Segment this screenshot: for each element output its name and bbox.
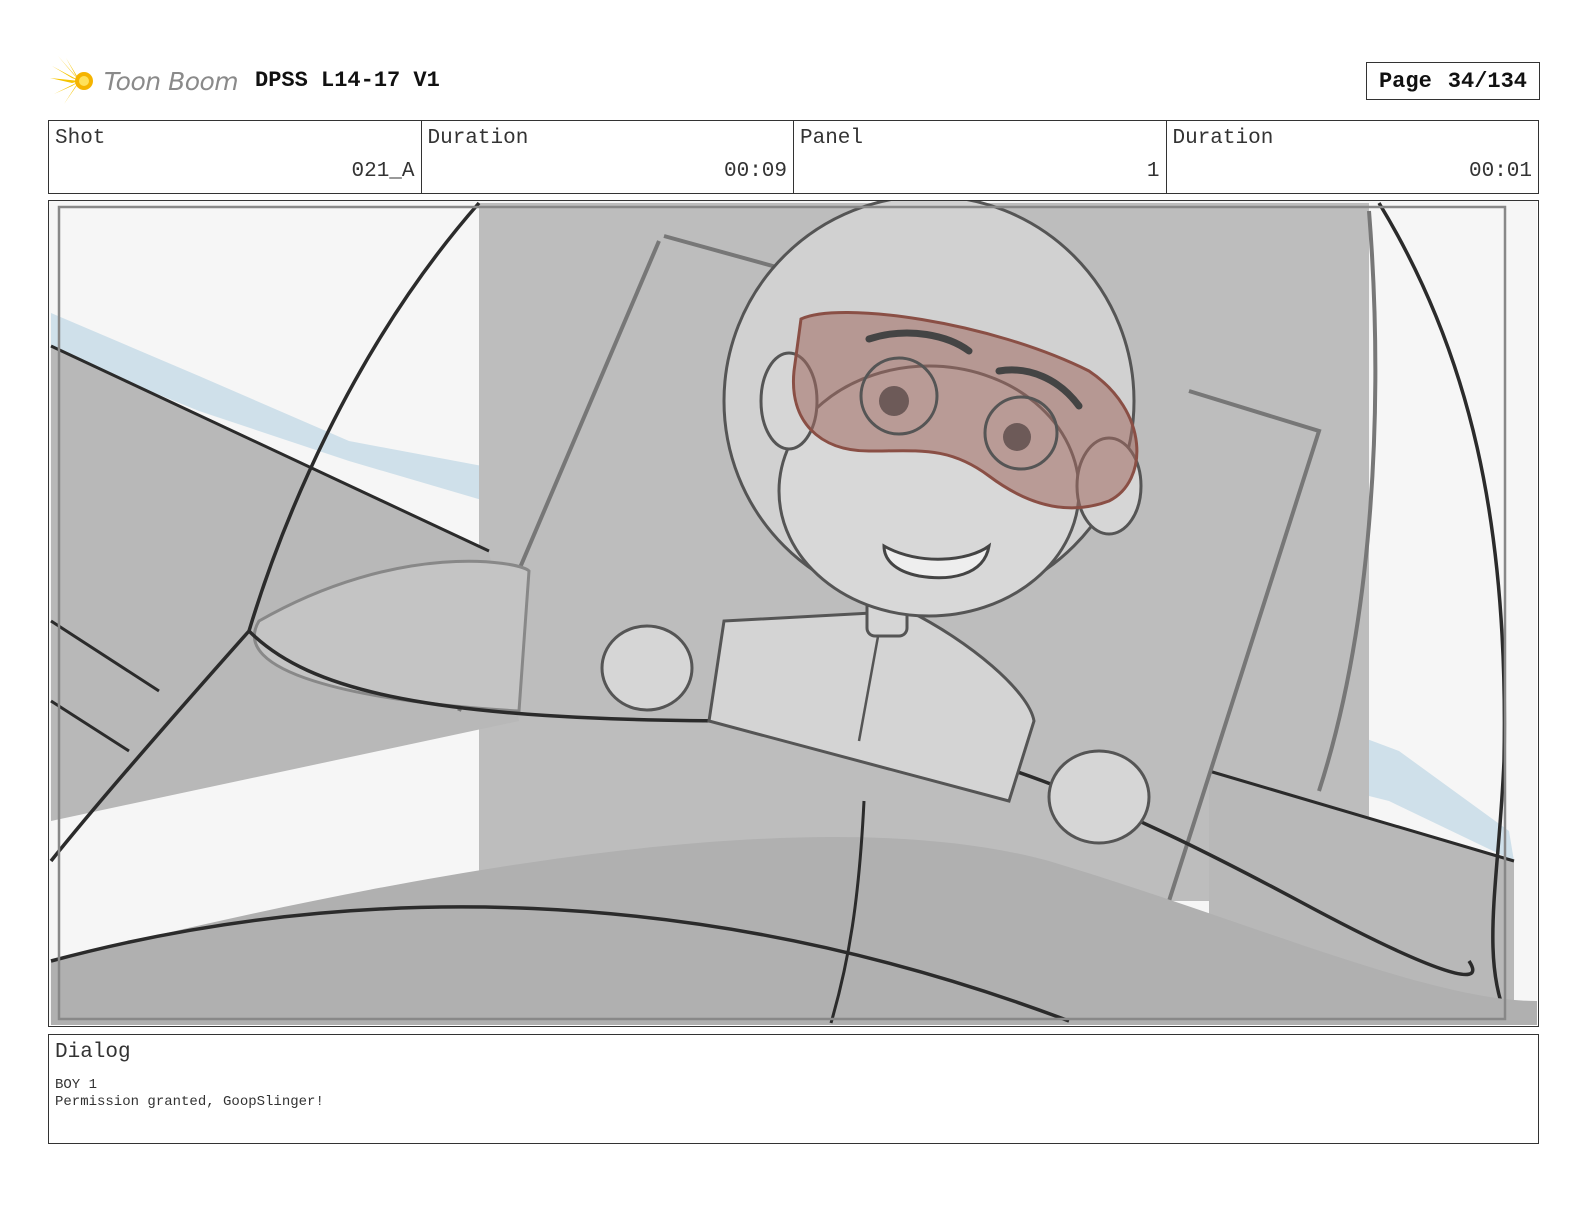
project-title: DPSS L14-17 V1 [255,68,440,93]
dialog-speaker: BOY 1 [55,1077,98,1093]
logo-text: Toon Boom [104,66,239,96]
panel-label: Panel [800,127,864,150]
shot-duration-value: 00:09 [723,160,787,183]
dialog-box: Dialog BOY 1 Permission granted, GoopSli… [48,1034,1539,1144]
panel-duration-value: 00:01 [1468,160,1532,183]
starburst-icon [50,56,93,104]
toon-boom-logo: Toon Boom [50,56,239,106]
shot-duration-cell: Duration 00:09 [422,121,794,193]
shot-label: Shot [55,127,106,150]
page-number: 34/134 [1447,68,1528,94]
page-label: Page [1378,68,1432,94]
dialog-label: Dialog [55,1041,131,1064]
cockpit-sketch [49,201,1537,1025]
panel-cell: Panel 1 [794,121,1167,193]
dialog-line: Permission granted, GoopSlinger! [55,1094,324,1110]
shot-info-row: Shot 021_A Duration 00:09 Panel 1 Durati… [48,120,1539,194]
shot-value: 021_A [351,160,415,183]
panel-duration-cell: Duration 00:01 [1167,121,1539,193]
page-indicator: Page 34/134 [1366,62,1540,100]
panel-duration-label: Duration [1172,127,1274,150]
shot-duration-label: Duration [427,127,529,150]
storyboard-panel-image [48,200,1539,1027]
panel-value: 1 [1146,160,1160,183]
storyboard-header: Toon Boom DPSS L14-17 V1 Page 34/134 [50,56,1540,106]
shot-cell: Shot 021_A [49,121,422,193]
